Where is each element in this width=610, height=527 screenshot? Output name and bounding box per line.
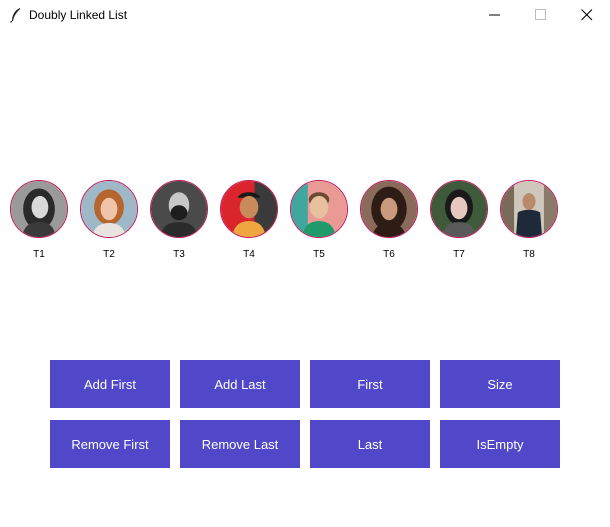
node-label: T3 <box>173 249 185 260</box>
title-bar: Doubly Linked List <box>0 0 610 30</box>
feather-icon <box>9 7 23 23</box>
node-avatar-t3 <box>150 180 208 238</box>
person-photo-icon <box>431 181 487 237</box>
node-label: T7 <box>453 249 465 260</box>
last-button[interactable]: Last <box>310 420 430 468</box>
node-avatar-t5 <box>290 180 348 238</box>
person-photo-icon <box>361 181 417 237</box>
size-button[interactable]: Size <box>440 360 560 408</box>
person-photo-icon <box>291 181 347 237</box>
person-photo-icon <box>221 181 277 237</box>
add-first-button[interactable]: Add First <box>50 360 170 408</box>
remove-last-button[interactable]: Remove Last <box>180 420 300 468</box>
node-avatar-t2 <box>80 180 138 238</box>
person-photo-icon <box>501 181 557 237</box>
minimize-icon <box>489 14 500 16</box>
node-label: T2 <box>103 249 115 260</box>
maximize-button[interactable] <box>518 0 564 30</box>
node-label: T1 <box>33 249 45 260</box>
person-photo-icon <box>81 181 137 237</box>
is-empty-button[interactable]: IsEmpty <box>440 420 560 468</box>
person-photo-icon <box>11 181 67 237</box>
close-button[interactable] <box>564 0 610 30</box>
person-photo-icon <box>151 181 207 237</box>
node-label: T5 <box>313 249 325 260</box>
app-window: Doubly Linked List T1 T2 T3 T4 T5 T6 T7 … <box>0 0 610 527</box>
node-avatar-t7 <box>430 180 488 238</box>
node-label: T4 <box>243 249 255 260</box>
close-icon <box>581 9 593 21</box>
node-label: T6 <box>383 249 395 260</box>
window-title: Doubly Linked List <box>29 8 128 22</box>
first-button[interactable]: First <box>310 360 430 408</box>
node-avatar-t8 <box>500 180 558 238</box>
maximize-icon <box>535 9 546 20</box>
node-label: T8 <box>523 249 535 260</box>
node-avatar-t1 <box>10 180 68 238</box>
remove-first-button[interactable]: Remove First <box>50 420 170 468</box>
add-last-button[interactable]: Add Last <box>180 360 300 408</box>
minimize-button[interactable] <box>472 0 518 30</box>
node-avatar-t4 <box>220 180 278 238</box>
node-avatar-t6 <box>360 180 418 238</box>
